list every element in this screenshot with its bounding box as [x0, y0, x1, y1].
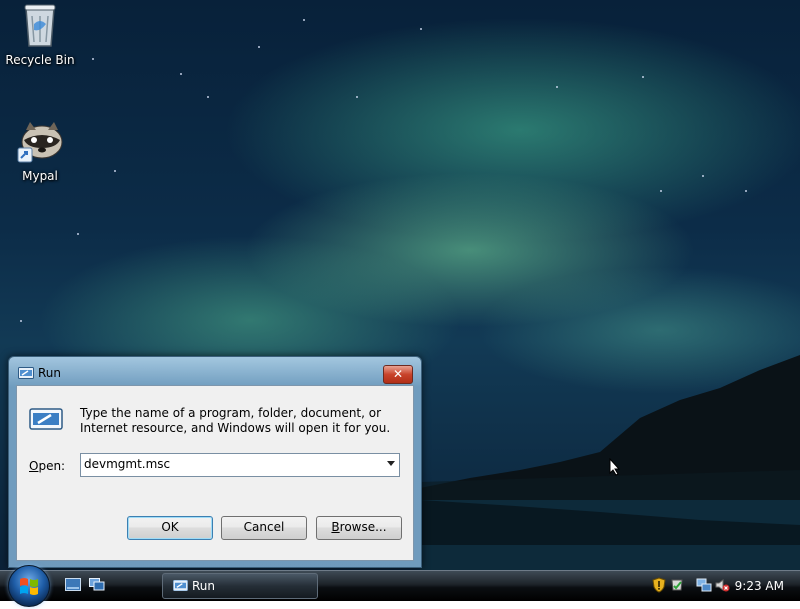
windows-logo-icon	[20, 578, 38, 595]
shield-warning-icon[interactable]	[652, 577, 666, 593]
show-desktop-icon[interactable]	[65, 578, 81, 591]
desktop-icon-recycle-bin[interactable]: Recycle Bin	[0, 2, 80, 67]
desktop-icon-label: Mypal	[22, 169, 58, 183]
open-input[interactable]	[84, 456, 374, 472]
volume-muted-icon[interactable]	[714, 577, 730, 593]
browse-button[interactable]: Browse...	[316, 516, 402, 540]
open-combobox[interactable]	[80, 453, 400, 477]
open-label-text: pen:	[38, 459, 66, 473]
run-dialog-footer: OK Cancel Browse...	[17, 498, 413, 560]
switch-windows-icon[interactable]	[89, 578, 105, 591]
open-label: Open:	[29, 459, 65, 473]
run-icon	[29, 408, 63, 430]
run-dialog-titlebar[interactable]: Run ✕	[9, 357, 421, 385]
run-dialog-title: Run	[38, 366, 62, 380]
security-ok-icon[interactable]	[670, 577, 684, 593]
close-button[interactable]: ✕	[383, 365, 413, 384]
ok-button[interactable]: OK	[127, 516, 213, 540]
run-icon	[173, 580, 188, 591]
taskbar-button-run[interactable]: Run	[162, 573, 318, 599]
desktop-icon-label: Recycle Bin	[5, 53, 75, 67]
cancel-button[interactable]: Cancel	[221, 516, 307, 540]
close-icon: ✕	[392, 367, 404, 381]
browse-label: rowse...	[339, 520, 387, 534]
run-dialog[interactable]: Run ✕ Type the name of a program, folder…	[8, 356, 422, 568]
chevron-down-icon[interactable]	[387, 461, 395, 466]
run-dialog-description: Type the name of a program, folder, docu…	[80, 406, 391, 435]
system-tray: 9:23 AM	[640, 571, 800, 601]
start-button[interactable]	[8, 565, 50, 607]
recycle-bin-icon	[24, 4, 56, 47]
run-icon	[18, 367, 34, 379]
taskbar: Run 9:23 AM	[0, 565, 800, 607]
mouse-cursor-icon	[609, 458, 621, 476]
desktop-icon-mypal[interactable]: Mypal	[0, 120, 80, 183]
network-icon[interactable]	[696, 577, 712, 593]
taskbar-button-label: Run	[192, 579, 216, 593]
run-dialog-client: Type the name of a program, folder, docu…	[16, 385, 414, 561]
clock[interactable]: 9:23 AM	[735, 579, 784, 593]
mypal-raccoon-icon	[17, 122, 63, 163]
browse-accesskey: B	[331, 520, 340, 534]
